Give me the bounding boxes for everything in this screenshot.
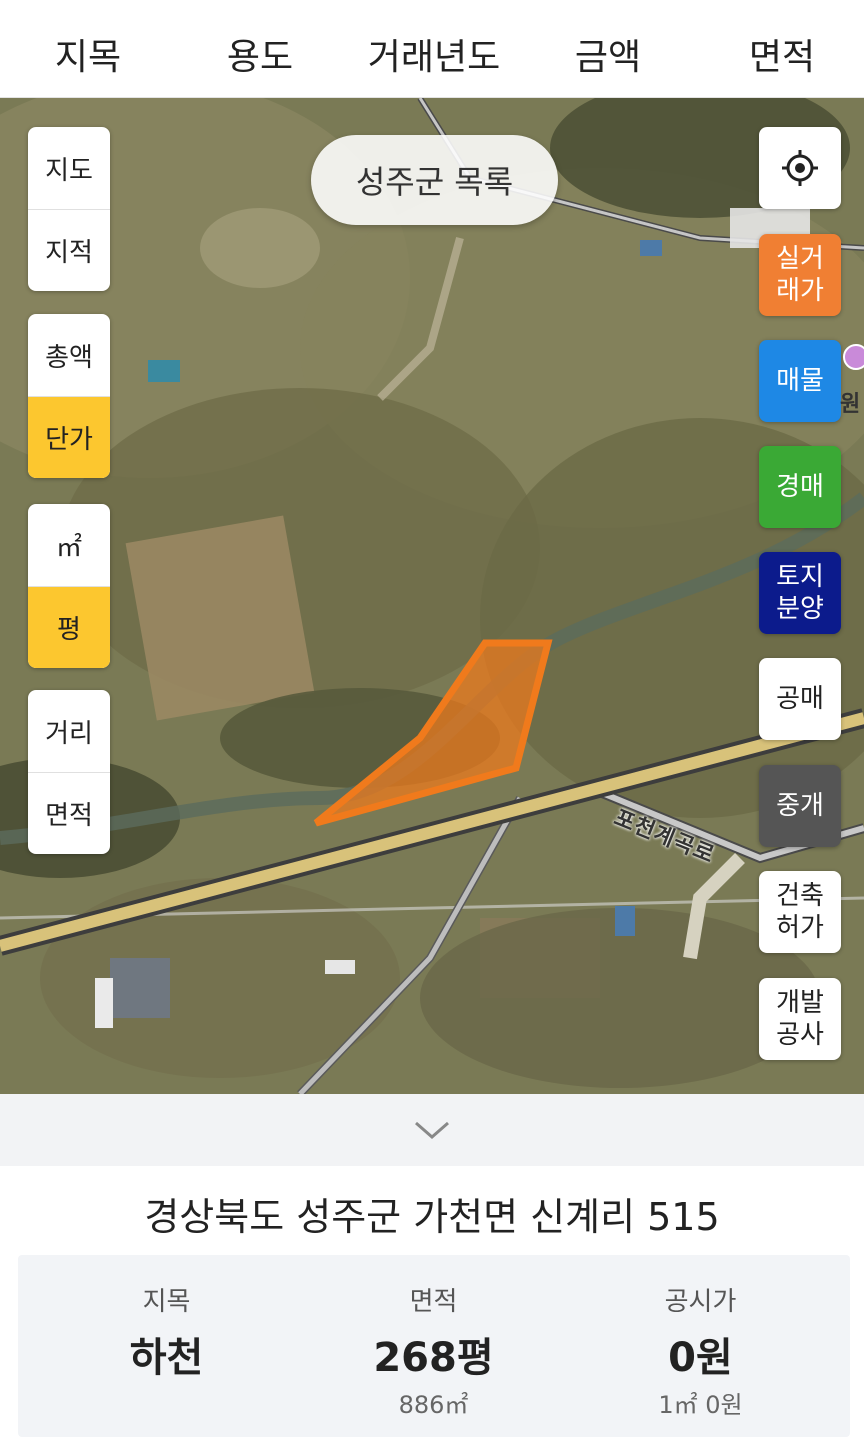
measure-tools: 거리 면적 <box>28 690 110 854</box>
info-subvalue: 886㎡ <box>398 1391 469 1419</box>
brokerage-button[interactable]: 중개 <box>759 765 841 847</box>
land-sale-label: 토지 분양 <box>776 562 824 624</box>
info-label: 공시가 <box>664 1287 737 1317</box>
info-label: 면적 <box>409 1287 458 1317</box>
measure-area[interactable]: 면적 <box>28 772 110 854</box>
development-work-button[interactable]: 개발 공사 <box>759 978 841 1060</box>
parcel-address: 경상북도 성주군 가천면 신계리 515 <box>144 1195 720 1239</box>
map-type-map[interactable]: 지도 <box>28 127 110 209</box>
listings-button[interactable]: 매물 <box>759 340 841 422</box>
info-value: 0원 <box>668 1335 733 1381</box>
public-sale-label: 공매 <box>776 684 824 714</box>
building-permit-label: 건축 허가 <box>776 881 824 943</box>
crosshair-icon <box>782 150 818 186</box>
filter-tab-bar: 지목 용도 거래년도 금액 면적 <box>0 0 864 98</box>
tab-usage[interactable]: 용도 <box>212 28 308 80</box>
my-location-button[interactable] <box>759 127 841 209</box>
info-label: 지목 <box>142 1287 191 1317</box>
price-mode-toggle: 총액 단가 <box>28 314 110 478</box>
info-subvalue: 1㎡ 0원 <box>658 1391 743 1419</box>
tab-area[interactable]: 면적 <box>734 28 830 80</box>
land-sale-button[interactable]: 토지 분양 <box>759 552 841 634</box>
development-work-label: 개발 공사 <box>776 988 824 1050</box>
tab-trade-year[interactable]: 거래년도 <box>354 28 514 80</box>
tab-amount[interactable]: 금액 <box>560 28 656 80</box>
unit-square-meter[interactable]: ㎡ <box>28 504 110 586</box>
listings-label: 매물 <box>776 366 824 396</box>
user-avatar-marker[interactable] <box>843 344 864 370</box>
region-list-button[interactable]: 성주군 목록 <box>311 135 558 225</box>
price-mode-total[interactable]: 총액 <box>28 314 110 396</box>
measure-distance[interactable]: 거리 <box>28 690 110 772</box>
unit-pyeong[interactable]: 평 <box>28 586 110 668</box>
building-permit-button[interactable]: 건축 허가 <box>759 871 841 953</box>
edge-map-label: 원 <box>840 392 861 417</box>
satellite-map[interactable]: 성주군 목록 지도 지적 총액 단가 ㎡ 평 거리 면적 실거 래가 매물 경매… <box>0 98 864 1094</box>
area-unit-toggle: ㎡ 평 <box>28 504 110 668</box>
map-type-cadastral[interactable]: 지적 <box>28 209 110 291</box>
map-imagery <box>0 98 864 1094</box>
info-value: 하천 <box>129 1335 204 1381</box>
price-mode-unit[interactable]: 단가 <box>28 396 110 478</box>
sheet-collapse-handle[interactable] <box>0 1094 864 1166</box>
brokerage-label: 중개 <box>776 791 824 821</box>
parcel-info-card: 지목 하천 면적 268평 886㎡ 공시가 0원 1㎡ 0원 <box>18 1255 850 1437</box>
real-trade-price-label: 실거 래가 <box>776 244 824 306</box>
auction-button[interactable]: 경매 <box>759 446 841 528</box>
tab-land-category[interactable]: 지목 <box>40 28 136 80</box>
public-sale-button[interactable]: 공매 <box>759 658 841 740</box>
auction-label: 경매 <box>776 472 824 502</box>
real-trade-price-button[interactable]: 실거 래가 <box>759 234 841 316</box>
info-value: 268평 <box>373 1335 494 1381</box>
chevron-down-icon <box>415 1121 449 1139</box>
map-type-toggle: 지도 지적 <box>28 127 110 291</box>
